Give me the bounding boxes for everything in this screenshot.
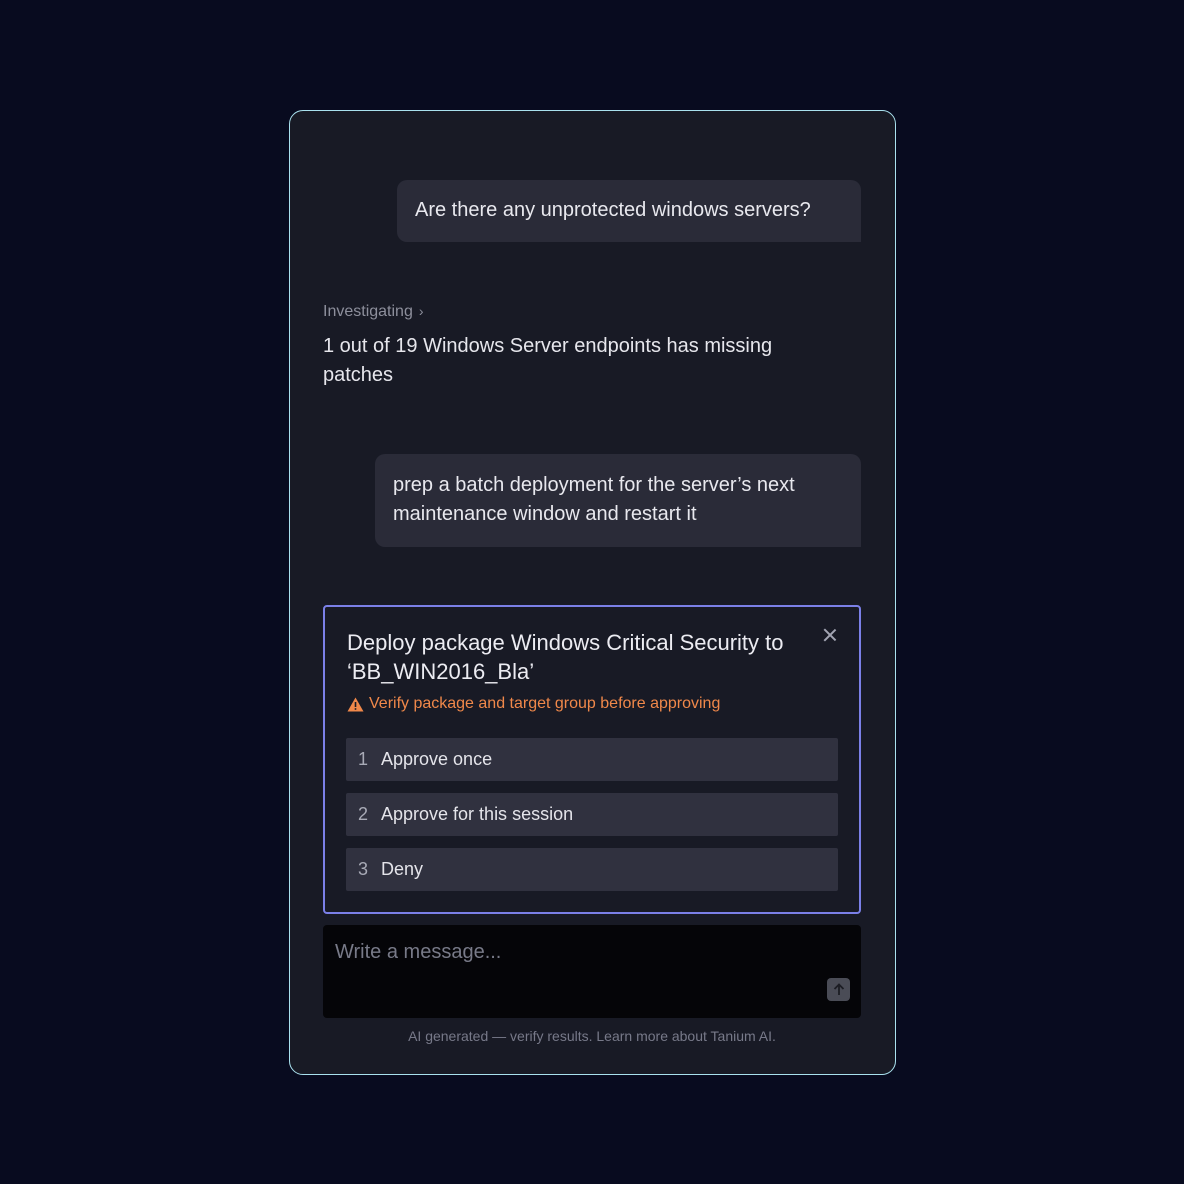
send-button[interactable] xyxy=(827,978,850,1001)
option-number: 1 xyxy=(358,749,369,769)
user-message: Are there any unprotected windows server… xyxy=(397,180,861,242)
message-composer xyxy=(323,925,861,1018)
close-icon[interactable] xyxy=(821,626,839,644)
approval-warning: Verify package and target group before a… xyxy=(347,693,720,715)
investigating-label: Investigating xyxy=(323,303,413,320)
option-label: Approve once xyxy=(381,749,493,769)
option-number: 2 xyxy=(358,804,369,824)
message-input[interactable] xyxy=(335,941,815,964)
deny-button[interactable]: 3 Deny xyxy=(346,848,838,891)
warning-text: Verify package and target group before a… xyxy=(369,695,721,712)
option-label: Deny xyxy=(381,859,424,879)
option-number: 3 xyxy=(358,859,369,879)
assistant-reply: 1 out of 19 Windows Server endpoints has… xyxy=(323,335,773,386)
warning-triangle-icon xyxy=(347,697,364,711)
option-label: Approve for this session xyxy=(381,804,574,824)
approve-session-button[interactable]: 2 Approve for this session xyxy=(346,793,838,836)
user-message: prep a batch deployment for the server’s… xyxy=(375,454,861,547)
investigating-status[interactable]: Investigating › xyxy=(323,300,424,323)
arrow-up-icon xyxy=(833,983,844,995)
approval-title: Deploy package Windows Critical Security… xyxy=(347,630,784,684)
approve-once-button[interactable]: 1 Approve once xyxy=(346,738,838,781)
chat-panel: Are there any unprotected windows server… xyxy=(289,110,896,1075)
ai-disclaimer: AI generated — verify results. Learn mor… xyxy=(408,1028,776,1044)
approval-card: Deploy package Windows Critical Security… xyxy=(323,605,861,914)
chevron-right-icon: › xyxy=(418,303,424,319)
